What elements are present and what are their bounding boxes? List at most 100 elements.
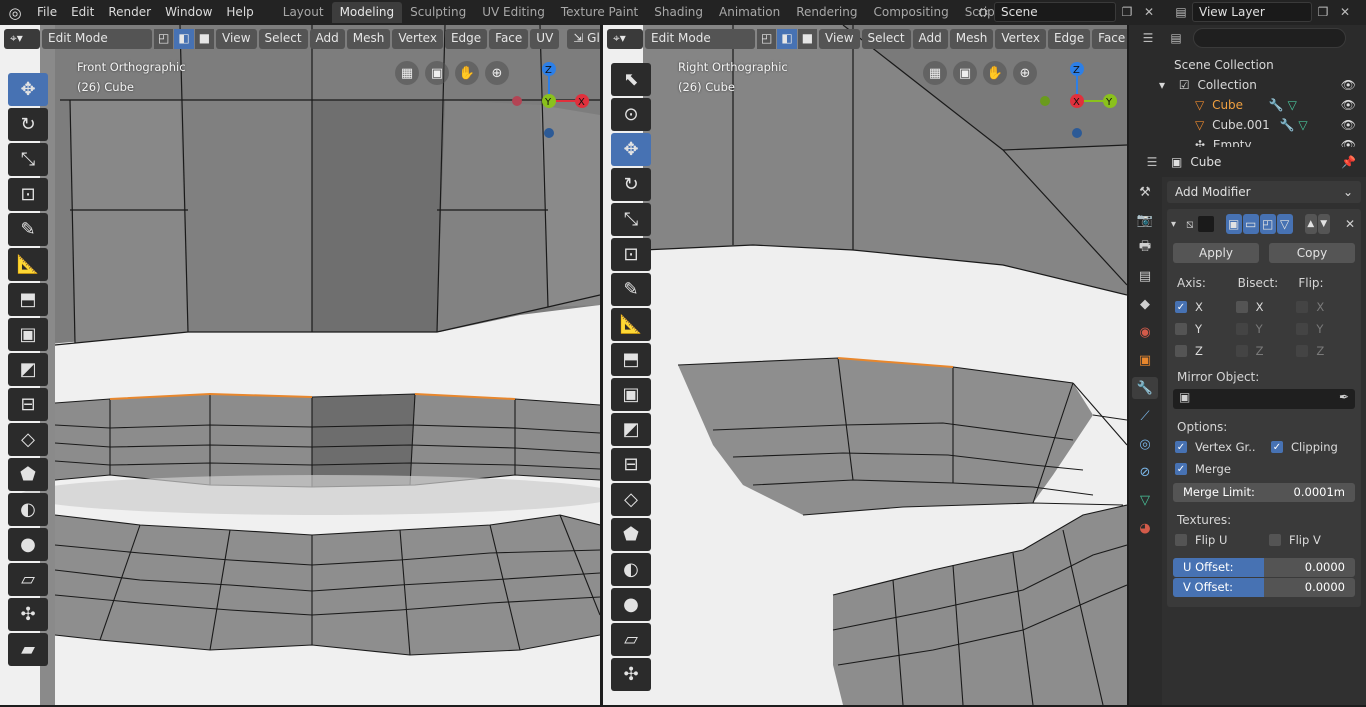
transform-tool-icon[interactable]: ⊡ <box>8 178 48 211</box>
data-tab-icon[interactable]: ▽ <box>1132 489 1158 511</box>
world-tab-icon[interactable]: ◉ <box>1132 321 1158 343</box>
move-down-icon[interactable]: ▼ <box>1317 214 1330 234</box>
constraints-tab-icon[interactable]: ⊘ <box>1132 461 1158 483</box>
eyedropper-icon[interactable]: ✒ <box>1339 390 1349 404</box>
move-tool-icon[interactable]: ✥ <box>611 133 651 166</box>
tab-shading[interactable]: Shading <box>646 2 711 23</box>
render-tab-icon[interactable]: 📷 <box>1132 209 1158 231</box>
clipping-checkbox[interactable]: ✓ Clipping <box>1271 439 1338 455</box>
visibility-eye-icon[interactable]: 👁 <box>1341 135 1356 147</box>
menu-select[interactable]: Select <box>258 29 308 49</box>
tab-rendering[interactable]: Rendering <box>788 2 865 23</box>
rotate-tool-icon[interactable]: ↻ <box>8 108 48 141</box>
pan-hand-icon[interactable]: ✋ <box>983 61 1007 85</box>
blender-logo-icon[interactable]: ◎ <box>0 0 30 25</box>
visibility-eye-icon[interactable]: 👁 <box>1341 95 1356 115</box>
axis-gizmo[interactable]: Z X Y <box>505 60 595 140</box>
bisect-x-checkbox[interactable]: X <box>1235 299 1297 315</box>
move-tool-icon[interactable]: ✥ <box>8 73 48 106</box>
cursor-tool-icon[interactable]: ⊙ <box>611 98 651 131</box>
mesh-data-icon[interactable]: ▽ <box>1298 118 1307 132</box>
menu-face[interactable]: Face <box>1092 29 1127 49</box>
particles-tab-icon[interactable]: ⟋ <box>1132 405 1158 427</box>
flip-x-checkbox[interactable]: X <box>1296 299 1357 315</box>
edge-slide-tool-icon[interactable]: ▱ <box>611 623 651 656</box>
grid-toggle-icon[interactable]: ▦ <box>923 61 947 85</box>
flip-z-checkbox[interactable]: Z <box>1296 343 1357 359</box>
copy-button[interactable]: Copy <box>1269 243 1355 263</box>
scene-tab-icon[interactable]: ◆ <box>1132 293 1158 315</box>
pan-hand-icon[interactable]: ✋ <box>455 61 479 85</box>
edge-select-icon[interactable]: ◧ <box>174 29 194 49</box>
outliner-row-cube[interactable]: ▽ Cube 🔧 ▽ 👁 <box>1129 95 1366 115</box>
transform-orientation[interactable]: ⇲ Glo <box>567 29 600 49</box>
tab-layout[interactable]: Layout <box>275 2 332 23</box>
face-select-icon[interactable]: ■ <box>797 29 818 49</box>
menu-window[interactable]: Window <box>158 0 219 25</box>
measure-tool-icon[interactable]: 📐 <box>611 308 651 341</box>
properties-editor-type-icon[interactable]: ☰ <box>1141 152 1163 172</box>
spin-tool-icon[interactable]: ◐ <box>611 553 651 586</box>
camera-view-icon[interactable]: ▣ <box>953 61 977 85</box>
edge-slide-tool-icon[interactable]: ▱ <box>8 563 48 596</box>
flip-u-checkbox[interactable]: Flip U <box>1175 532 1235 548</box>
tool-tab-icon[interactable]: ⚒ <box>1132 181 1158 203</box>
axis-z-checkbox[interactable]: Z <box>1175 343 1236 359</box>
menu-face[interactable]: Face <box>489 29 529 49</box>
smooth-tool-icon[interactable]: ● <box>8 528 48 561</box>
menu-mesh[interactable]: Mesh <box>346 29 391 49</box>
view-layer-name-field[interactable]: View Layer <box>1192 2 1312 22</box>
menu-help[interactable]: Help <box>219 0 260 25</box>
menu-vertex[interactable]: Vertex <box>392 29 443 49</box>
poly-build-tool-icon[interactable]: ⬟ <box>611 518 651 551</box>
visibility-eye-icon[interactable]: 👁 <box>1341 115 1356 135</box>
face-select-icon[interactable]: ■ <box>194 29 215 49</box>
bevel-tool-icon[interactable]: ◩ <box>611 413 651 446</box>
outliner-row-collection[interactable]: ▾ ☑ Collection 👁 <box>1129 75 1366 95</box>
menu-add[interactable]: Add <box>912 29 948 49</box>
mesh-data-icon[interactable]: ▽ <box>1288 98 1297 112</box>
outliner-row-scene-collection[interactable]: Scene Collection <box>1129 55 1366 75</box>
render-toggle-icon[interactable]: ◰ <box>1259 214 1276 234</box>
camera-view-icon[interactable]: ▣ <box>425 61 449 85</box>
tab-compositing[interactable]: Compositing <box>865 2 956 23</box>
scene-name-field[interactable]: Scene <box>994 2 1116 22</box>
modifier-wrench-icon[interactable]: 🔧 <box>1280 118 1295 132</box>
remove-view-layer-icon[interactable]: ✕ <box>1334 2 1356 22</box>
transform-tool-icon[interactable]: ⊡ <box>611 238 651 271</box>
bisect-y-checkbox[interactable]: Y <box>1235 321 1297 337</box>
scene-icon[interactable]: ⛭ <box>972 2 994 22</box>
visibility-eye-icon[interactable]: 👁 <box>1341 75 1356 95</box>
bisect-z-checkbox[interactable]: Z <box>1235 343 1297 359</box>
menu-view[interactable]: View <box>216 29 257 49</box>
remove-modifier-icon[interactable]: ✕ <box>1345 217 1355 231</box>
tab-texture-paint[interactable]: Texture Paint <box>553 2 646 23</box>
menu-edge[interactable]: Edge <box>444 29 488 49</box>
add-modifier-dropdown[interactable]: Add Modifier ⌄ <box>1167 181 1361 203</box>
menu-render[interactable]: Render <box>101 0 158 25</box>
new-scene-icon[interactable]: ❐ <box>1116 2 1138 22</box>
mirror-object-field[interactable]: ▣ ✒ <box>1173 389 1355 409</box>
editor-type-icon[interactable]: ⌖▾ <box>607 29 643 49</box>
new-view-layer-icon[interactable]: ❐ <box>1312 2 1334 22</box>
tab-uv-editing[interactable]: UV Editing <box>474 2 553 23</box>
extrude-tool-icon[interactable]: ⬒ <box>8 283 48 316</box>
loop-cut-tool-icon[interactable]: ⊟ <box>611 448 651 481</box>
select-box-tool-icon[interactable]: ⬉ <box>611 63 651 96</box>
flip-v-checkbox[interactable]: Flip V <box>1269 532 1321 548</box>
spin-tool-icon[interactable]: ◐ <box>8 493 48 526</box>
outliner-row-cube-001[interactable]: ▽ Cube.001 🔧 ▽ 👁 <box>1129 115 1366 135</box>
smooth-tool-icon[interactable]: ● <box>611 588 651 621</box>
mode-selector[interactable]: Edit Mode <box>42 29 152 49</box>
measure-tool-icon[interactable]: 📐 <box>8 248 48 281</box>
menu-add[interactable]: Add <box>309 29 345 49</box>
checkbox-icon[interactable]: ☑ <box>1179 78 1190 92</box>
outliner-editor-type-icon[interactable]: ☰ <box>1137 28 1159 48</box>
axis-y-checkbox[interactable]: Y <box>1175 321 1236 337</box>
vertex-groups-checkbox[interactable]: ✓ Vertex Gr.. <box>1175 439 1257 455</box>
rotate-tool-icon[interactable]: ↻ <box>611 168 651 201</box>
grid-toggle-icon[interactable]: ▦ <box>395 61 419 85</box>
tab-modeling[interactable]: Modeling <box>331 2 403 23</box>
knife-tool-icon[interactable]: ◇ <box>8 423 48 456</box>
view-layer-tab-icon[interactable]: ▤ <box>1132 265 1158 287</box>
